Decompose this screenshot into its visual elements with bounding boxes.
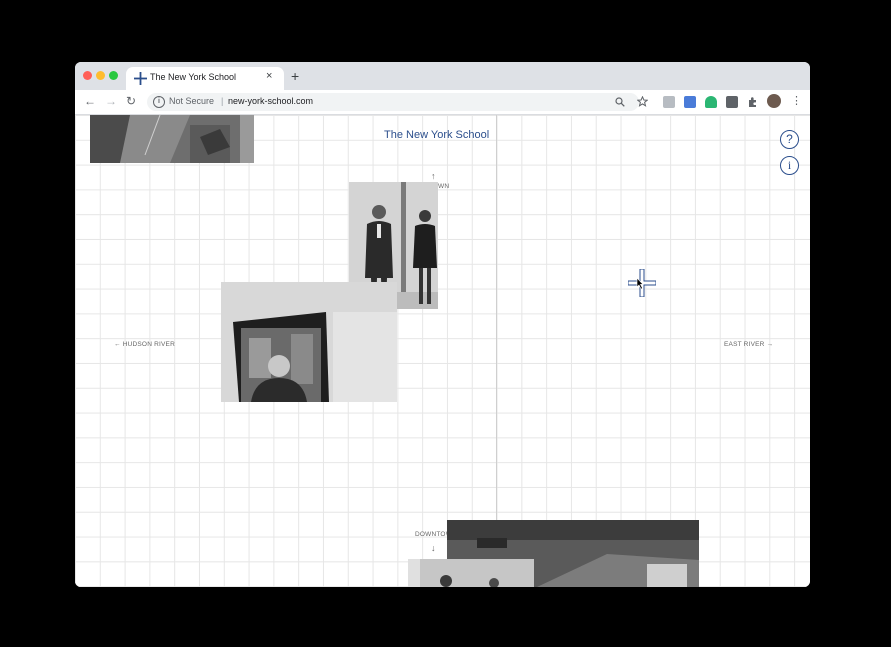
- browser-window: The New York School × + ← → ↻ i Not Secu…: [75, 62, 810, 587]
- translate-extension-icon[interactable]: [684, 96, 696, 108]
- zoom-icon[interactable]: [615, 97, 625, 107]
- browser-toolbar: ← → ↻ i Not Secure | new-york-school.com…: [75, 90, 810, 115]
- star-icon[interactable]: [637, 96, 648, 107]
- minimize-window-button[interactable]: [96, 71, 105, 80]
- puzzle-extensions-icon[interactable]: [747, 96, 759, 108]
- close-tab-icon[interactable]: ×: [266, 70, 272, 82]
- tab-strip: The New York School × +: [75, 62, 810, 90]
- url-text[interactable]: new-york-school.com: [228, 96, 313, 106]
- photo-gallery-interior[interactable]: [90, 115, 254, 163]
- page-canvas[interactable]: The New York School ? i ↑ WN ← HUDSON RI…: [75, 115, 810, 587]
- forward-button[interactable]: →: [105, 94, 117, 108]
- help-button[interactable]: ?: [780, 130, 799, 149]
- about-button[interactable]: i: [780, 156, 799, 175]
- profile-avatar[interactable]: [767, 94, 781, 108]
- site-info-icon[interactable]: i: [153, 96, 165, 108]
- hudson-direction: ← HUDSON RIVER: [114, 341, 175, 348]
- security-label: Not Secure: [169, 96, 215, 106]
- downtown-arrow[interactable]: ↓: [431, 543, 436, 553]
- hudson-river-label[interactable]: HUDSON RIVER: [123, 341, 175, 348]
- site-title[interactable]: The New York School: [384, 129, 489, 141]
- new-tab-button[interactable]: +: [291, 68, 299, 84]
- uptown-label[interactable]: WN: [438, 183, 449, 190]
- crosshair-cursor-icon: [628, 269, 656, 297]
- browser-menu-icon[interactable]: ⋮: [791, 94, 802, 107]
- east-river-label[interactable]: EAST RIVER: [724, 341, 765, 348]
- tab-title: The New York School: [150, 72, 237, 82]
- plus-favicon-icon: [134, 72, 147, 85]
- photo-studio-figures[interactable]: [408, 559, 534, 587]
- uptown-arrow[interactable]: ↑: [431, 171, 436, 181]
- maximize-window-button[interactable]: [109, 71, 118, 80]
- close-window-button[interactable]: [83, 71, 92, 80]
- extension-icon-1[interactable]: [663, 96, 675, 108]
- hudson-arrow[interactable]: ←: [114, 341, 121, 348]
- tab-new-york-school[interactable]: The New York School ×: [126, 67, 284, 90]
- extension-icon-3[interactable]: [705, 96, 717, 108]
- extension-icon-4[interactable]: [726, 96, 738, 108]
- back-button[interactable]: ←: [84, 94, 96, 108]
- photo-woman-with-painting[interactable]: [221, 282, 397, 402]
- address-bar[interactable]: i Not Secure | new-york-school.com: [147, 93, 648, 111]
- east-arrow[interactable]: →: [767, 341, 774, 348]
- center-meridian-line: [496, 115, 497, 587]
- address-separator: |: [221, 96, 224, 106]
- east-direction: EAST RIVER →: [724, 341, 773, 348]
- reload-button[interactable]: ↻: [126, 94, 136, 108]
